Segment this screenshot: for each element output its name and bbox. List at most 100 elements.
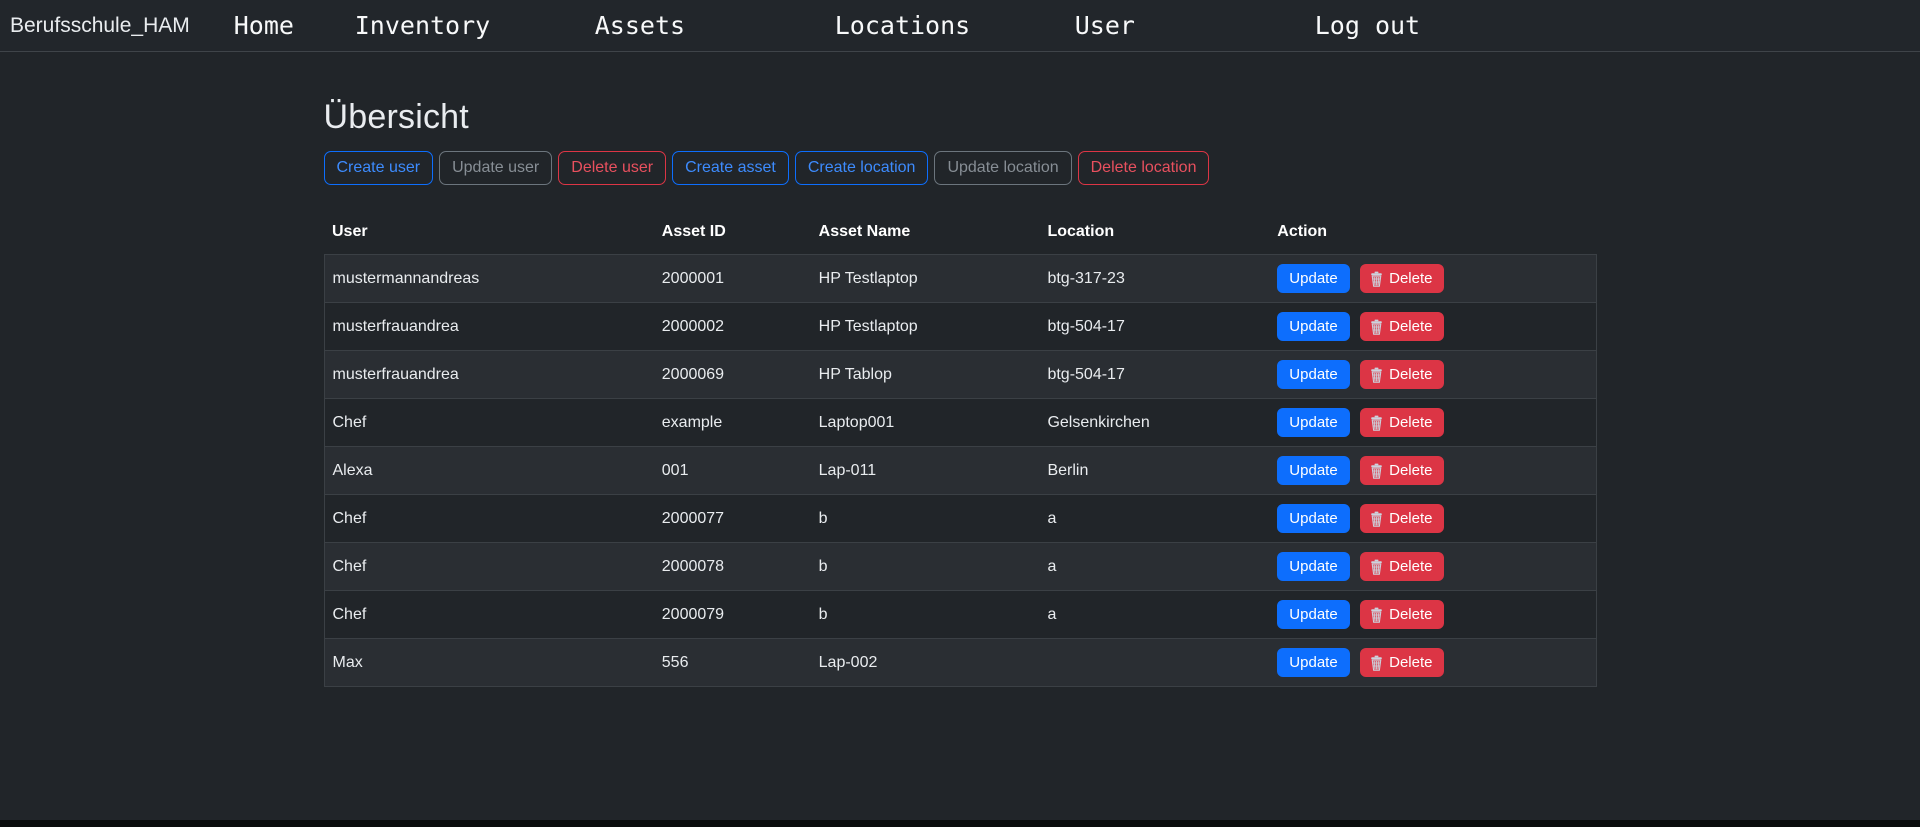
column-header: Asset ID [654,215,811,255]
update-button[interactable]: Update [1277,456,1349,485]
trash-icon [1369,607,1384,623]
nav-item-user[interactable]: User [1075,11,1315,40]
table-row: Alexa 001 Lap-011 Berlin Update Delete [324,447,1596,495]
trash-icon [1369,271,1384,287]
table-row: musterfrauandrea 2000002 HP Testlaptop b… [324,303,1596,351]
table-row: Chef 2000078 b a Update Delete [324,543,1596,591]
cell-action: Update Delete [1269,639,1596,687]
navbar: Berufsschule_HAM HomeInventoryAssetsLoca… [0,0,1920,52]
cell-asset-name: HP Tablop [811,351,1040,399]
cell-asset-id: example [654,399,811,447]
cell-location: a [1039,543,1269,591]
nav-item-locations[interactable]: Locations [835,11,1075,40]
delete-button[interactable]: Delete [1360,264,1444,293]
update-button[interactable]: Update [1277,504,1349,533]
create-location-button[interactable]: Create location [795,151,929,185]
update-button[interactable]: Update [1277,360,1349,389]
delete-button[interactable]: Delete [1360,600,1444,629]
table-row: Chef 2000079 b a Update Delete [324,591,1596,639]
cell-user: Chef [324,495,654,543]
column-header: User [324,215,654,255]
update-user-button[interactable]: Update user [439,151,552,185]
cell-asset-id: 2000077 [654,495,811,543]
cell-location: a [1039,495,1269,543]
cell-user: Max [324,639,654,687]
cell-asset-id: 556 [654,639,811,687]
delete-button-label: Delete [1389,510,1432,527]
cell-action: Update Delete [1269,399,1596,447]
delete-location-button[interactable]: Delete location [1078,151,1210,185]
cell-asset-id: 2000078 [654,543,811,591]
cell-user: musterfrauandrea [324,351,654,399]
delete-button[interactable]: Delete [1360,360,1444,389]
table-row: Max 556 Lap-002 Update Delete [324,639,1596,687]
delete-button[interactable]: Delete [1360,504,1444,533]
delete-button-label: Delete [1389,318,1432,335]
trash-icon [1369,367,1384,383]
table-row: Chef example Laptop001 Gelsenkirchen Upd… [324,399,1596,447]
trash-icon [1369,463,1384,479]
nav-links: HomeInventoryAssetsLocationsUserLog out [234,11,1555,40]
delete-button[interactable]: Delete [1360,408,1444,437]
update-button[interactable]: Update [1277,600,1349,629]
main-content: Übersicht Create userUpdate userDelete u… [324,98,1597,687]
update-button[interactable]: Update [1277,552,1349,581]
cell-user: Chef [324,591,654,639]
delete-button[interactable]: Delete [1360,552,1444,581]
update-location-button[interactable]: Update location [934,151,1071,185]
trash-icon [1369,655,1384,671]
brand-link[interactable]: Berufsschule_HAM [10,14,190,38]
update-button[interactable]: Update [1277,408,1349,437]
cell-asset-name: b [811,591,1040,639]
nav-item-home[interactable]: Home [234,11,355,40]
cell-location: a [1039,591,1269,639]
cell-asset-id: 2000002 [654,303,811,351]
delete-button-label: Delete [1389,270,1432,287]
cell-action: Update Delete [1269,303,1596,351]
trash-icon [1369,415,1384,431]
cell-asset-name: b [811,543,1040,591]
update-button[interactable]: Update [1277,648,1349,677]
create-user-button[interactable]: Create user [324,151,434,185]
cell-asset-name: b [811,495,1040,543]
cell-location [1039,639,1269,687]
update-button[interactable]: Update [1277,264,1349,293]
cell-user: musterfrauandrea [324,303,654,351]
table-row: Chef 2000077 b a Update Delete [324,495,1596,543]
window-bottom-edge [0,820,1920,827]
cell-user: mustermannandreas [324,255,654,303]
nav-item-inventory[interactable]: Inventory [355,11,595,40]
cell-location: btg-504-17 [1039,303,1269,351]
cell-asset-name: Laptop001 [811,399,1040,447]
cell-action: Update Delete [1269,591,1596,639]
cell-location: btg-317-23 [1039,255,1269,303]
table-row: mustermannandreas 2000001 HP Testlaptop … [324,255,1596,303]
delete-button-label: Delete [1389,414,1432,431]
delete-button-label: Delete [1389,654,1432,671]
table-header: UserAsset IDAsset NameLocationAction [324,215,1596,255]
asset-table: UserAsset IDAsset NameLocationAction mus… [324,215,1597,687]
cell-asset-name: Lap-011 [811,447,1040,495]
delete-button-label: Delete [1389,462,1432,479]
nav-item-logout[interactable]: Log out [1315,11,1555,40]
cell-asset-id: 001 [654,447,811,495]
cell-user: Alexa [324,447,654,495]
trash-icon [1369,559,1384,575]
delete-button-label: Delete [1389,366,1432,383]
delete-button[interactable]: Delete [1360,456,1444,485]
cell-user: Chef [324,543,654,591]
cell-asset-name: Lap-002 [811,639,1040,687]
cell-location: Berlin [1039,447,1269,495]
delete-button[interactable]: Delete [1360,648,1444,677]
delete-user-button[interactable]: Delete user [558,151,666,185]
table-header-row: UserAsset IDAsset NameLocationAction [324,215,1596,255]
trash-icon [1369,511,1384,527]
table-body: mustermannandreas 2000001 HP Testlaptop … [324,255,1596,687]
nav-item-assets[interactable]: Assets [595,11,835,40]
delete-button-label: Delete [1389,606,1432,623]
cell-action: Update Delete [1269,495,1596,543]
delete-button[interactable]: Delete [1360,312,1444,341]
create-asset-button[interactable]: Create asset [672,151,789,185]
cell-location: Gelsenkirchen [1039,399,1269,447]
update-button[interactable]: Update [1277,312,1349,341]
